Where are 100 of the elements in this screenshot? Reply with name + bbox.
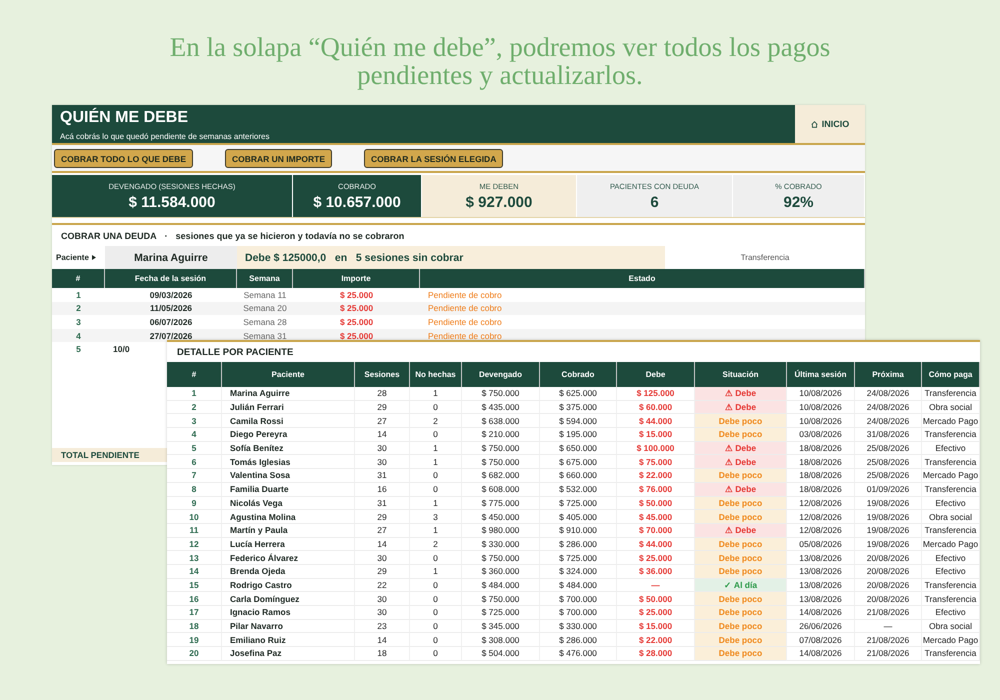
column-header: Sesiones [355,362,410,387]
action-button[interactable]: COBRAR TODO LO QUE DEBE [54,149,193,168]
patient-name: Federico Álvarez [222,551,355,565]
table-cell: 12/08/2026 [787,510,855,524]
table-cell: 23 [355,620,410,634]
week-cell: Semana 20 [237,302,293,316]
status-tag: Debe poco [695,510,787,524]
column-header: Debe [617,362,695,387]
row-number: 9 [167,496,222,510]
table-cell: Efectivo [922,564,980,579]
patient-select[interactable]: Marina Aguirre [105,246,237,269]
table-cell: 05/08/2026 [787,538,855,552]
table-cell: 24/08/2026 [855,387,922,401]
debt-amount: $ 76.000 [617,482,695,496]
table-cell: 1 [410,564,462,579]
table-cell: $ 750.000 [462,387,540,401]
patient-name: Valentina Sosa [222,469,355,483]
table-cell: 10/08/2026 [787,414,855,428]
table-cell: 28 [355,387,410,401]
status-tag: ⚠ Debe [695,524,787,538]
table-cell: Mercado Pago [922,538,980,552]
table-cell: 22 [355,578,410,592]
stat-value: 92% [783,194,814,210]
table-cell: 2 [410,414,462,428]
debt-amount: $ 50.000 [617,592,695,606]
table-cell: $ 700.000 [540,606,617,620]
table-cell: 19/08/2026 [855,524,922,538]
home-icon [810,120,818,128]
row-number: 1 [167,387,222,401]
debt-summary: Debe $ 125000,0 en 5 sesiones sin cobrar [237,246,665,269]
table-cell: $ 750.000 [462,455,540,470]
section-title: COBRAR UNA DEUDA [61,230,157,240]
table-cell: 31 [355,469,410,483]
status-tag: Debe poco [695,496,787,510]
table-cell: 0 [410,428,462,442]
patient-name: Camila Rossi [222,414,355,428]
table-cell: $ 650.000 [540,442,617,456]
table-cell: 0 [410,551,462,565]
table-cell: 25/08/2026 [855,455,922,470]
table-cell: $ 725.000 [540,551,617,565]
row-number: 12 [167,538,222,552]
status-tag: Debe poco [695,592,787,606]
home-button[interactable]: INICIO [795,105,865,143]
table-cell: Transferencia [922,387,980,401]
table-cell: 14/08/2026 [787,647,855,661]
table-cell: 30 [355,442,410,456]
row-number: 4 [52,328,105,342]
table-cell: Transferencia [922,578,980,592]
column-header: Cobrado [540,362,617,387]
table-cell: $ 750.000 [462,442,540,456]
table-cell: — [855,620,922,634]
table-cell: Obra social [922,400,980,414]
status-tag: ⚠ Debe [695,482,787,496]
table-cell: Efectivo [922,606,980,620]
column-header: Situación [695,362,787,387]
table-cell: 30 [355,455,410,470]
status-tag: Debe poco [695,633,787,648]
patient-name: Ignacio Ramos [222,606,355,620]
table-cell: 03/08/2026 [787,428,855,442]
table-cell: 0 [410,482,462,496]
patient-name: Familia Duarte [222,482,355,496]
patient-name: Sofía Benítez [222,442,355,456]
stat-value: $ 10.657.000 [313,194,401,210]
table-cell: Transferencia [922,647,980,661]
patient-name: Lucía Herrera [222,538,355,552]
debt-amount: $ 50.000 [617,496,695,510]
table-cell: 12/08/2026 [787,496,855,510]
table-cell: Mercado Pago [922,414,980,428]
column-header: Paciente [222,362,355,387]
table-cell: 01/09/2026 [855,482,922,496]
table-cell: $ 775.000 [462,496,540,510]
debt-amount: $ 22.000 [617,469,695,483]
table-cell: 21/08/2026 [855,647,922,661]
caret-icon [92,255,96,260]
column-header: Cómo paga [922,362,980,387]
table-cell: 18 [355,647,410,661]
row-number: 2 [52,302,105,316]
stat-value: $ 11.584.000 [128,194,216,210]
table-cell: $ 330.000 [462,538,540,552]
debt-amount: $ 44.000 [617,538,695,552]
table-cell: Mercado Pago [922,633,980,648]
column-header: Última sesión [787,362,855,387]
table-cell: 19/08/2026 [855,496,922,510]
table-cell: 14 [355,538,410,552]
table-cell: 1 [410,524,462,538]
table-cell: 21/08/2026 [855,633,922,648]
table-cell: $ 625.000 [540,387,617,401]
table-cell: $ 660.000 [540,469,617,483]
table-cell: $ 308.000 [462,633,540,648]
column-header: Estado [420,269,865,288]
patient-name: Tomás Iglesias [222,455,355,470]
table-cell: 29 [355,400,410,414]
table-cell: 30 [355,551,410,565]
table-cell: 19/08/2026 [855,538,922,552]
table-cell: $ 484.000 [462,578,540,592]
table-cell: 24/08/2026 [855,400,922,414]
action-button[interactable]: COBRAR LA SESIÓN ELEGIDA [364,149,504,168]
table-cell: $ 700.000 [540,592,617,606]
action-button[interactable]: COBRAR UN IMPORTE [225,149,332,168]
table-cell: Efectivo [922,496,980,510]
